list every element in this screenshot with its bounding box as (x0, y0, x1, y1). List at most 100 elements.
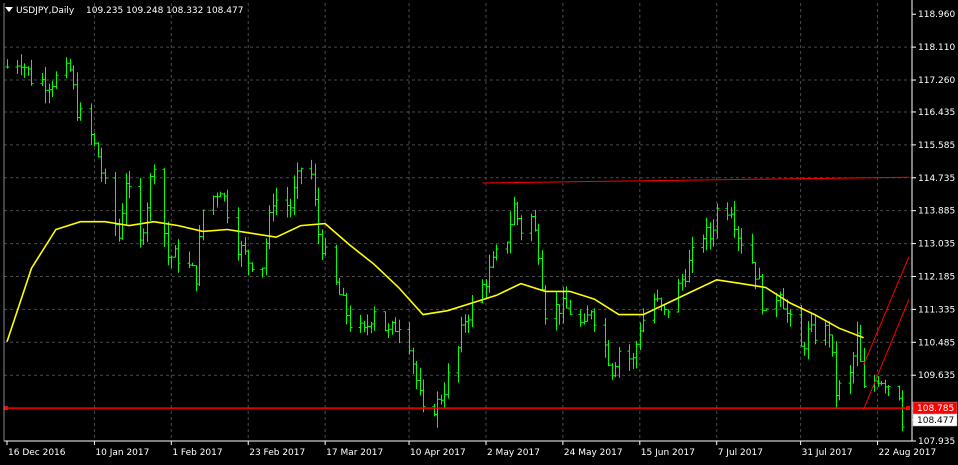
price-bar (519, 215, 524, 241)
y-tick-label: 107.935 (918, 437, 955, 447)
price-bar (439, 394, 444, 405)
price-bar (456, 346, 461, 383)
price-bar (323, 238, 328, 256)
price-bar (250, 262, 255, 272)
chart-window[interactable]: 118.960 118.110 117.260 116.435 115.585 114.7… (0, 0, 958, 465)
price-bar (26, 66, 31, 76)
price-bar (711, 219, 716, 247)
price-bar (585, 305, 590, 322)
price-bar (459, 316, 464, 353)
moving-average (6, 220, 864, 342)
price-bar (138, 177, 143, 248)
price-bar (411, 347, 416, 374)
y-tick-label: 109.635 (918, 371, 955, 381)
price-bar (851, 352, 856, 384)
x-tick-label: 16 Dec 2016 (8, 448, 66, 458)
price-bar (29, 59, 34, 86)
price-bar (47, 83, 52, 104)
price-bar (554, 291, 559, 331)
price-tag: 108.785 (912, 401, 958, 415)
price-bar (655, 289, 660, 302)
price-bar (463, 314, 468, 333)
price-bar (267, 205, 272, 250)
price-bar (491, 251, 496, 269)
price-bar (127, 171, 132, 199)
price-bar (676, 278, 681, 313)
price-bar (834, 341, 839, 409)
price-bar (407, 322, 412, 355)
price-bar (638, 322, 643, 351)
price-bar (799, 305, 804, 347)
price-bar (557, 304, 562, 325)
price-bar (348, 305, 353, 332)
price-bar (92, 132, 97, 147)
y-tick-label: 115.585 (918, 141, 955, 151)
channel-upper-line[interactable] (863, 256, 910, 366)
y-tick-label: 111.335 (918, 305, 955, 315)
price-bar (708, 222, 713, 250)
price-bar (879, 381, 884, 386)
y-tick-label: 110.485 (918, 338, 955, 348)
price-bar (855, 321, 860, 367)
y-tick-label: 118.960 (918, 10, 955, 20)
price-bar (15, 60, 20, 74)
price-bar (470, 295, 475, 328)
price-bar (5, 59, 10, 69)
price-bar (806, 321, 811, 360)
price-bar (627, 344, 632, 372)
price-bar (169, 255, 174, 269)
x-tick-label: 22 Aug 2017 (879, 448, 937, 458)
x-tick-label: 1 Feb 2017 (172, 448, 222, 458)
price-bar (113, 172, 118, 237)
price-bar (435, 391, 440, 428)
price-bar (390, 320, 395, 335)
price-bar (71, 65, 76, 90)
x-tick-label: 15 Jun 2017 (641, 448, 695, 458)
price-bar (120, 203, 125, 240)
price-bar (690, 236, 695, 274)
chart-header: USDJPY,Daily 109.235 109.248 108.332 108… (5, 6, 243, 16)
price-bar (830, 334, 835, 357)
price-bar (334, 244, 339, 285)
price-bar (666, 309, 671, 319)
price-bar (78, 102, 83, 121)
price-bar (827, 321, 832, 348)
price-bar (358, 315, 363, 333)
price-bar (802, 341, 807, 356)
price-bar (295, 162, 300, 200)
price-bar (152, 164, 157, 185)
price-bar (617, 346, 622, 378)
price-bar (631, 352, 636, 369)
price-bar (858, 324, 863, 362)
price-bar (393, 317, 398, 333)
price-bar (487, 254, 492, 293)
price-bar (561, 287, 566, 324)
price-bar (96, 142, 101, 158)
price-tag-label: 108.477 (917, 416, 954, 426)
price-bar (148, 172, 153, 221)
ohlc-text: 109.235 109.248 108.332 108.477 (86, 6, 243, 16)
price-bar (365, 314, 370, 336)
price-bar (610, 363, 615, 381)
y-tick-label: 114.735 (918, 174, 955, 184)
price-bar (292, 175, 297, 216)
price-bar (103, 168, 108, 184)
price-bar (900, 390, 905, 432)
price-bar (397, 319, 402, 344)
price-bar (239, 240, 244, 268)
dropdown-triangle-icon[interactable] (5, 7, 13, 12)
price-bar (418, 367, 423, 396)
price-bar (634, 340, 639, 369)
price-bar (50, 80, 55, 98)
price-bar (606, 340, 611, 367)
price-chart[interactable]: 118.960 118.110 117.260 116.435 115.585 114.7… (0, 0, 958, 465)
price-bar (466, 314, 471, 333)
price-bar (99, 147, 104, 182)
price-bar (725, 202, 730, 221)
price-bar (222, 192, 227, 202)
price-bar (715, 203, 720, 239)
price-bar (582, 313, 587, 325)
price-bar (568, 299, 573, 316)
price-bar (494, 244, 499, 261)
price-bar (533, 209, 538, 232)
